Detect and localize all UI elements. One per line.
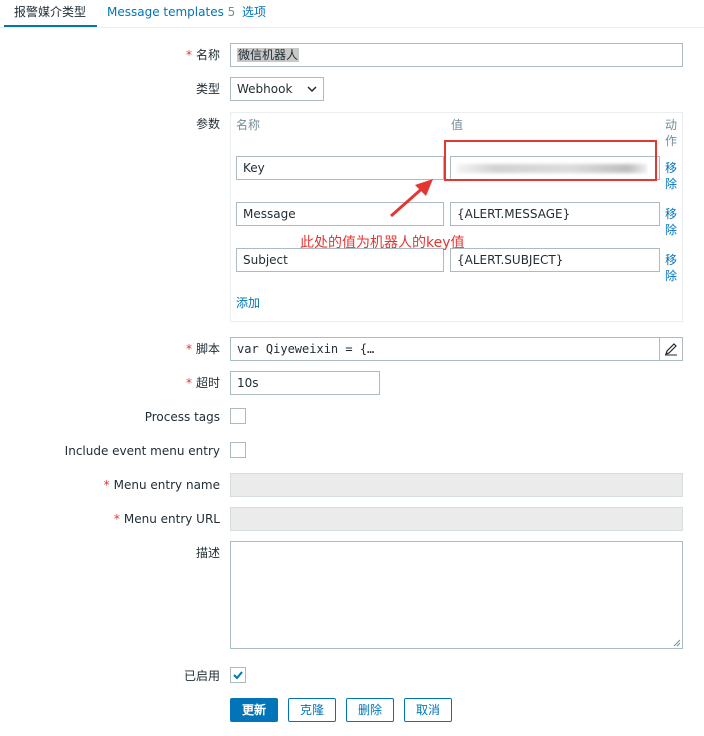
tab-label: 选项	[242, 5, 267, 19]
params-label: 参数	[196, 116, 220, 132]
menu-entry-name-input[interactable]	[230, 473, 683, 497]
param-value-text: {ALERT.MESSAGE}	[457, 207, 571, 221]
remove-link-text: 移	[665, 253, 678, 267]
params-col-action: 动	[665, 118, 678, 132]
name-input-value: 微信机器人	[237, 48, 300, 62]
process-tags-label: Process tags	[145, 409, 220, 425]
include-menu-label: Include event menu entry	[65, 443, 220, 459]
params-col-name: 名称	[236, 118, 261, 132]
checkmark-icon	[233, 671, 243, 680]
remove-link-text: 除	[665, 269, 678, 283]
type-select-value: Webhook	[237, 82, 293, 96]
menu-entry-url-label-text: Menu entry URL	[123, 512, 220, 526]
cancel-button-label: 取消	[415, 703, 440, 717]
name-label: * 名称	[186, 47, 220, 63]
param-name-value: Key	[243, 161, 265, 175]
tab-label: Message templates	[107, 5, 224, 19]
param-remove-link-2[interactable]: 除	[665, 176, 677, 192]
annotation-text: 此处的值为机器人的key值	[300, 235, 465, 251]
tab-divider	[0, 27, 704, 28]
param-value-input[interactable]: {ALERT.SUBJECT}	[450, 248, 660, 272]
tab-label: 报警媒介类型	[14, 5, 87, 19]
name-label-text: 名称	[195, 48, 220, 62]
type-select[interactable]: Webhook	[230, 77, 324, 101]
process-tags-label-text: Process tags	[144, 410, 220, 424]
description-label: 描述	[196, 545, 220, 561]
param-remove-link[interactable]: 移	[665, 206, 677, 222]
include-menu-label-text: Include event menu entry	[64, 444, 220, 458]
required-mark: *	[185, 48, 192, 62]
timeout-value: 10s	[237, 376, 259, 390]
param-name-value: Subject	[243, 253, 288, 267]
required-mark: *	[113, 512, 120, 526]
script-input[interactable]: var Qiyeweixin = {…	[230, 337, 683, 361]
enabled-label: 已启用	[184, 668, 220, 684]
include-menu-checkbox[interactable]	[230, 442, 246, 458]
required-mark: *	[103, 478, 110, 492]
tab-options[interactable]: 选项	[242, 4, 266, 26]
remove-link-text: 移	[665, 161, 678, 175]
update-button-label: 更新	[241, 703, 266, 717]
param-remove-link[interactable]: 移	[665, 160, 677, 176]
timeout-label-text: 超时	[195, 376, 220, 390]
menu-entry-name-label: * Menu entry name	[104, 477, 220, 493]
clone-button-label: 克隆	[299, 703, 324, 717]
clone-button[interactable]: 克隆	[288, 698, 336, 722]
resize-handle-icon[interactable]	[673, 639, 681, 647]
enabled-checkbox[interactable]	[230, 667, 246, 683]
params-label-text: 参数	[195, 117, 220, 131]
pencil-edit-icon[interactable]	[664, 342, 678, 356]
cancel-button[interactable]: 取消	[404, 698, 452, 722]
tab-bar	[0, 0, 704, 28]
param-remove-link[interactable]: 移	[665, 252, 677, 268]
type-label-text: 类型	[195, 82, 220, 96]
param-remove-link-2[interactable]: 除	[665, 268, 677, 284]
param-remove-link-2[interactable]: 除	[665, 222, 677, 238]
script-edit-divider	[659, 338, 660, 360]
menu-entry-name-label-text: Menu entry name	[113, 478, 220, 492]
description-textarea[interactable]	[230, 541, 683, 649]
param-name-value: Message	[243, 207, 296, 221]
remove-link-text: 除	[665, 223, 678, 237]
annotation-arrow-icon	[390, 179, 433, 218]
name-input[interactable]: 微信机器人	[230, 43, 683, 67]
process-tags-checkbox[interactable]	[230, 408, 246, 424]
required-mark: *	[185, 376, 192, 390]
script-label: * 脚本	[186, 341, 220, 357]
description-label-text: 描述	[195, 546, 220, 560]
enabled-label-text: 已启用	[183, 669, 220, 683]
annotation-highlight-box	[444, 140, 657, 181]
add-link-text: 添加	[236, 296, 261, 310]
tab-media-type[interactable]: 报警媒介类型	[14, 4, 86, 26]
timeout-input[interactable]: 10s	[230, 371, 380, 395]
timeout-label: * 超时	[186, 375, 220, 391]
params-col-action-2: 作	[665, 134, 678, 148]
script-label-text: 脚本	[195, 342, 220, 356]
required-mark: *	[185, 342, 192, 356]
param-value-text: {ALERT.SUBJECT}	[457, 253, 564, 267]
tab-count-badge: 5	[227, 5, 236, 19]
update-button[interactable]: 更新	[230, 698, 278, 722]
params-col-value: 值	[451, 118, 464, 132]
remove-link-text: 移	[665, 207, 678, 221]
script-value: var Qiyeweixin = {…	[237, 342, 375, 356]
type-label: 类型	[196, 81, 220, 97]
param-value-input[interactable]: {ALERT.MESSAGE}	[450, 202, 660, 226]
delete-button[interactable]: 删除	[346, 698, 394, 722]
chevron-down-icon	[307, 86, 317, 93]
tab-message-templates[interactable]: Message templates 5	[107, 4, 235, 26]
menu-entry-url-input[interactable]	[230, 507, 683, 531]
menu-entry-url-label: * Menu entry URL	[114, 511, 220, 527]
remove-link-text: 除	[665, 177, 678, 191]
add-param-link[interactable]: 添加	[236, 295, 260, 311]
delete-button-label: 删除	[357, 703, 382, 717]
